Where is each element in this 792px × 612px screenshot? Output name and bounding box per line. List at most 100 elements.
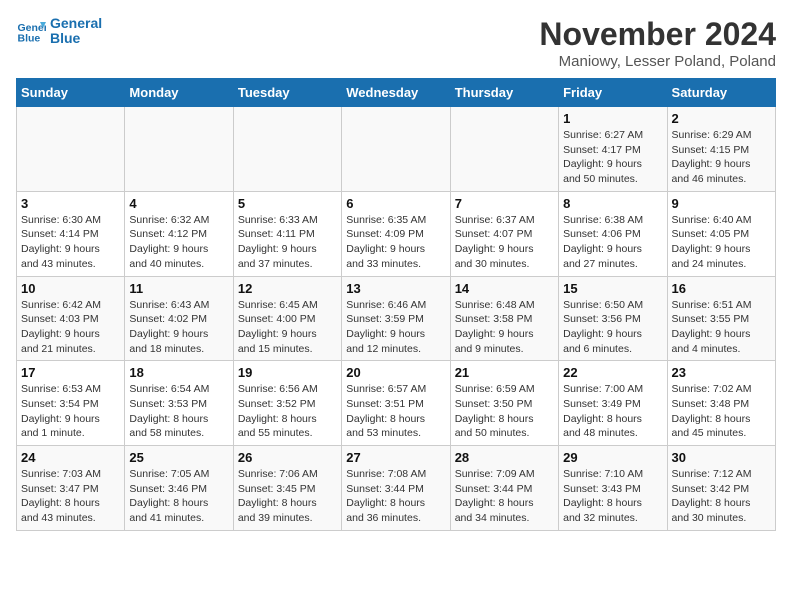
day-info: Sunrise: 6:59 AM Sunset: 3:50 PM Dayligh… bbox=[455, 382, 554, 441]
weekday-header-thursday: Thursday bbox=[450, 79, 558, 107]
day-number: 13 bbox=[346, 281, 445, 296]
day-info: Sunrise: 6:35 AM Sunset: 4:09 PM Dayligh… bbox=[346, 213, 445, 272]
day-cell: 9Sunrise: 6:40 AM Sunset: 4:05 PM Daylig… bbox=[667, 191, 775, 276]
day-info: Sunrise: 6:32 AM Sunset: 4:12 PM Dayligh… bbox=[129, 213, 228, 272]
day-cell: 19 Sunrise: 6:56 AM Sunset: 3:52 PM Dayli… bbox=[233, 361, 341, 446]
day-info: Sunrise: 6:30 AM Sunset: 4:14 PM Dayligh… bbox=[21, 213, 120, 272]
day-number: 10 bbox=[21, 281, 120, 296]
day-cell: 26 Sunrise: 7:06 AM Sunset: 3:45 PM Dayli… bbox=[233, 446, 341, 531]
day-info: Sunrise: 6:54 AM Sunset: 3:53 PM Dayligh… bbox=[129, 382, 228, 441]
day-number: 3 bbox=[21, 196, 120, 211]
day-cell: 29Sunrise: 7:10 AM Sunset: 3:43 PM Dayli… bbox=[559, 446, 667, 531]
day-cell: 13 Sunrise: 6:46 AM Sunset: 3:59 PM Dayli… bbox=[342, 276, 450, 361]
day-cell bbox=[233, 107, 341, 192]
weekday-header-tuesday: Tuesday bbox=[233, 79, 341, 107]
day-info: Sunrise: 6:37 AM Sunset: 4:07 PM Dayligh… bbox=[455, 213, 554, 272]
day-cell: 11 Sunrise: 6:43 AM Sunset: 4:02 PM Dayli… bbox=[125, 276, 233, 361]
day-number: 23 bbox=[672, 365, 771, 380]
day-info: Sunrise: 6:42 AM Sunset: 4:03 PM Dayligh… bbox=[21, 298, 120, 357]
day-number: 27 bbox=[346, 450, 445, 465]
day-cell: 23Sunrise: 7:02 AM Sunset: 3:48 PM Dayli… bbox=[667, 361, 775, 446]
day-info: Sunrise: 7:03 AM Sunset: 3:47 PM Dayligh… bbox=[21, 467, 120, 526]
svg-text:Blue: Blue bbox=[18, 33, 41, 45]
day-cell: 7 Sunrise: 6:37 AM Sunset: 4:07 PM Daylig… bbox=[450, 191, 558, 276]
calendar-table: SundayMondayTuesdayWednesdayThursdayFrid… bbox=[16, 78, 776, 531]
day-cell: 2 Sunrise: 6:29 AM Sunset: 4:15 PM Daylig… bbox=[667, 107, 775, 192]
day-cell: 14 Sunrise: 6:48 AM Sunset: 3:58 PM Dayli… bbox=[450, 276, 558, 361]
day-cell: 22 Sunrise: 7:00 AM Sunset: 3:49 PM Dayli… bbox=[559, 361, 667, 446]
day-number: 17 bbox=[21, 365, 120, 380]
day-number: 8 bbox=[563, 196, 662, 211]
day-cell: 20 Sunrise: 6:57 AM Sunset: 3:51 PM Dayli… bbox=[342, 361, 450, 446]
header: General Blue General Blue November 2024 … bbox=[16, 16, 776, 70]
day-cell: 12 Sunrise: 6:45 AM Sunset: 4:00 PM Dayli… bbox=[233, 276, 341, 361]
day-info: Sunrise: 7:09 AM Sunset: 3:44 PM Dayligh… bbox=[455, 467, 554, 526]
day-cell: 10 Sunrise: 6:42 AM Sunset: 4:03 PM Dayli… bbox=[17, 276, 125, 361]
day-info: Sunrise: 7:12 AM Sunset: 3:42 PM Dayligh… bbox=[672, 467, 771, 526]
day-cell: 24 Sunrise: 7:03 AM Sunset: 3:47 PM Dayli… bbox=[17, 446, 125, 531]
day-cell: 18 Sunrise: 6:54 AM Sunset: 3:53 PM Dayli… bbox=[125, 361, 233, 446]
logo-blue: Blue bbox=[50, 31, 102, 46]
day-cell: 5 Sunrise: 6:33 AM Sunset: 4:11 PM Daylig… bbox=[233, 191, 341, 276]
week-row-5: 24 Sunrise: 7:03 AM Sunset: 3:47 PM Dayli… bbox=[17, 446, 776, 531]
day-info: Sunrise: 6:43 AM Sunset: 4:02 PM Dayligh… bbox=[129, 298, 228, 357]
day-number: 22 bbox=[563, 365, 662, 380]
day-number: 24 bbox=[21, 450, 120, 465]
day-info: Sunrise: 7:00 AM Sunset: 3:49 PM Dayligh… bbox=[563, 382, 662, 441]
day-info: Sunrise: 6:48 AM Sunset: 3:58 PM Dayligh… bbox=[455, 298, 554, 357]
day-cell: 16 Sunrise: 6:51 AM Sunset: 3:55 PM Dayli… bbox=[667, 276, 775, 361]
day-info: Sunrise: 6:51 AM Sunset: 3:55 PM Dayligh… bbox=[672, 298, 771, 357]
day-info: Sunrise: 6:50 AM Sunset: 3:56 PM Dayligh… bbox=[563, 298, 662, 357]
weekday-header-monday: Monday bbox=[125, 79, 233, 107]
day-cell: 8 Sunrise: 6:38 AM Sunset: 4:06 PM Daylig… bbox=[559, 191, 667, 276]
day-number: 19 bbox=[238, 365, 337, 380]
day-info: Sunrise: 6:56 AM Sunset: 3:52 PM Dayligh… bbox=[238, 382, 337, 441]
day-cell: 1Sunrise: 6:27 AM Sunset: 4:17 PM Daylig… bbox=[559, 107, 667, 192]
weekday-header-sunday: Sunday bbox=[17, 79, 125, 107]
day-number: 26 bbox=[238, 450, 337, 465]
day-number: 2 bbox=[672, 111, 771, 126]
day-info: Sunrise: 6:38 AM Sunset: 4:06 PM Dayligh… bbox=[563, 213, 662, 272]
week-row-3: 10 Sunrise: 6:42 AM Sunset: 4:03 PM Dayli… bbox=[17, 276, 776, 361]
day-number: 15 bbox=[563, 281, 662, 296]
logo-icon: General Blue bbox=[16, 16, 46, 46]
weekday-header-row: SundayMondayTuesdayWednesdayThursdayFrid… bbox=[17, 79, 776, 107]
day-info: Sunrise: 7:08 AM Sunset: 3:44 PM Dayligh… bbox=[346, 467, 445, 526]
day-cell bbox=[17, 107, 125, 192]
day-number: 12 bbox=[238, 281, 337, 296]
day-number: 4 bbox=[129, 196, 228, 211]
day-info: Sunrise: 6:40 AM Sunset: 4:05 PM Dayligh… bbox=[672, 213, 771, 272]
day-cell: 28 Sunrise: 7:09 AM Sunset: 3:44 PM Dayli… bbox=[450, 446, 558, 531]
day-number: 30 bbox=[672, 450, 771, 465]
day-number: 16 bbox=[672, 281, 771, 296]
day-number: 25 bbox=[129, 450, 228, 465]
day-info: Sunrise: 7:06 AM Sunset: 3:45 PM Dayligh… bbox=[238, 467, 337, 526]
day-cell: 25 Sunrise: 7:05 AM Sunset: 3:46 PM Dayli… bbox=[125, 446, 233, 531]
day-number: 7 bbox=[455, 196, 554, 211]
day-cell bbox=[125, 107, 233, 192]
location-title: Maniowy, Lesser Poland, Poland bbox=[539, 53, 776, 70]
day-cell: 30 Sunrise: 7:12 AM Sunset: 3:42 PM Dayli… bbox=[667, 446, 775, 531]
day-info: Sunrise: 6:57 AM Sunset: 3:51 PM Dayligh… bbox=[346, 382, 445, 441]
title-area: November 2024 Maniowy, Lesser Poland, Po… bbox=[539, 16, 776, 70]
weekday-header-wednesday: Wednesday bbox=[342, 79, 450, 107]
day-info: Sunrise: 6:33 AM Sunset: 4:11 PM Dayligh… bbox=[238, 213, 337, 272]
day-number: 28 bbox=[455, 450, 554, 465]
day-number: 18 bbox=[129, 365, 228, 380]
month-title: November 2024 bbox=[539, 16, 776, 53]
day-info: Sunrise: 6:46 AM Sunset: 3:59 PM Dayligh… bbox=[346, 298, 445, 357]
day-number: 6 bbox=[346, 196, 445, 211]
day-number: 5 bbox=[238, 196, 337, 211]
day-cell: 21Sunrise: 6:59 AM Sunset: 3:50 PM Dayli… bbox=[450, 361, 558, 446]
day-number: 20 bbox=[346, 365, 445, 380]
weekday-header-friday: Friday bbox=[559, 79, 667, 107]
day-info: Sunrise: 7:10 AM Sunset: 3:43 PM Dayligh… bbox=[563, 467, 662, 526]
day-cell: 6 Sunrise: 6:35 AM Sunset: 4:09 PM Daylig… bbox=[342, 191, 450, 276]
day-number: 11 bbox=[129, 281, 228, 296]
day-info: Sunrise: 6:45 AM Sunset: 4:00 PM Dayligh… bbox=[238, 298, 337, 357]
day-number: 14 bbox=[455, 281, 554, 296]
day-cell bbox=[342, 107, 450, 192]
day-info: Sunrise: 6:29 AM Sunset: 4:15 PM Dayligh… bbox=[672, 128, 771, 187]
day-cell: 3 Sunrise: 6:30 AM Sunset: 4:14 PM Daylig… bbox=[17, 191, 125, 276]
day-info: Sunrise: 7:05 AM Sunset: 3:46 PM Dayligh… bbox=[129, 467, 228, 526]
